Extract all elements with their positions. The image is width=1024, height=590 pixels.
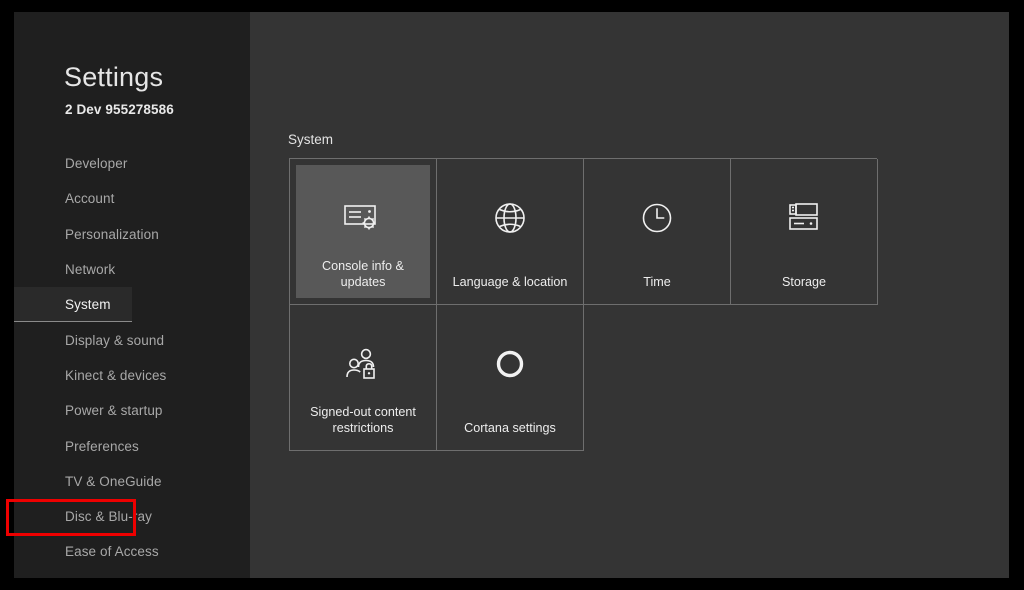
tile-body: Time bbox=[590, 165, 724, 298]
sidebar-item-label: Account bbox=[65, 191, 115, 207]
tile-label: Signed-out content restrictions bbox=[310, 405, 416, 435]
sidebar-item-label: Personalization bbox=[65, 226, 159, 242]
console-gear-icon bbox=[341, 196, 385, 240]
tile-body: Console info & updates bbox=[296, 165, 430, 298]
sidebar-item-label: Developer bbox=[65, 156, 128, 172]
sidebar-item-tv-oneguide[interactable]: TV & OneGuide bbox=[14, 464, 250, 499]
sidebar-item-preferences[interactable]: Preferences bbox=[14, 428, 250, 463]
sidebar-item-disc-blu-ray[interactable]: Disc & Blu-ray bbox=[6, 499, 250, 537]
tile-body: Cortana settings bbox=[443, 311, 577, 444]
tile-console-info-updates[interactable]: Console info & updates bbox=[290, 159, 437, 305]
sidebar-item-label: Display & sound bbox=[65, 332, 165, 348]
sidebar-item-label: TV & OneGuide bbox=[65, 473, 162, 489]
sidebar-item-label: Kinect & devices bbox=[65, 367, 167, 383]
sidebar-item-display-sound[interactable]: Display & sound bbox=[14, 322, 250, 357]
clock-icon bbox=[635, 196, 679, 240]
sidebar-item-account[interactable]: Account bbox=[14, 181, 250, 216]
sidebar-nav: Developer Account Personalization Network Sy… bbox=[6, 146, 250, 570]
tile-body: Signed-out content restrictions bbox=[296, 311, 430, 444]
sidebar-item-label: Power & startup bbox=[65, 403, 163, 419]
tile-language-location[interactable]: Language & location bbox=[437, 159, 584, 305]
tile-storage[interactable]: Storage bbox=[731, 159, 878, 305]
sidebar: Settings 2 Dev 955278586 Developer Accoun… bbox=[6, 12, 250, 578]
settings-screen: Settings 2 Dev 955278586 Developer Accoun… bbox=[6, 12, 1009, 578]
sidebar-item-system[interactable]: System bbox=[14, 287, 132, 323]
sidebar-item-label: Network bbox=[65, 262, 116, 278]
tile-time[interactable]: Time bbox=[584, 159, 731, 305]
storage-drives-icon bbox=[782, 196, 826, 240]
sidebar-item-personalization[interactable]: Personalization bbox=[14, 217, 250, 252]
tile-cortana-settings[interactable]: Cortana settings bbox=[437, 305, 584, 451]
main-panel: System Console info & updates Language &… bbox=[250, 12, 1009, 578]
globe-icon bbox=[488, 196, 532, 240]
cortana-ring-icon bbox=[488, 342, 532, 386]
tile-body: Language & location bbox=[443, 165, 577, 298]
tile-label: Console info & updates bbox=[322, 259, 404, 289]
sidebar-item-ease-of-access[interactable]: Ease of Access bbox=[14, 534, 250, 569]
sidebar-item-label: Disc & Blu-ray bbox=[65, 509, 152, 525]
people-lock-icon bbox=[341, 342, 385, 386]
sidebar-item-label: Ease of Access bbox=[65, 544, 159, 560]
sidebar-item-network[interactable]: Network bbox=[14, 252, 250, 287]
gamertag-label: 2 Dev 955278586 bbox=[65, 102, 174, 117]
tile-signed-out-content-restrictions[interactable]: Signed-out content restrictions bbox=[290, 305, 437, 451]
tile-empty bbox=[584, 305, 731, 451]
tile-label: Language & location bbox=[452, 275, 568, 289]
sidebar-item-developer[interactable]: Developer bbox=[14, 146, 250, 181]
sidebar-item-power-startup[interactable]: Power & startup bbox=[14, 393, 250, 428]
tile-label: Storage bbox=[781, 275, 827, 289]
section-heading: System bbox=[288, 132, 334, 147]
sidebar-item-kinect-devices[interactable]: Kinect & devices bbox=[14, 358, 250, 393]
page-title: Settings bbox=[64, 62, 164, 92]
tile-empty bbox=[731, 305, 878, 451]
tile-body: Storage bbox=[737, 165, 871, 298]
settings-tile-grid: Console info & updates Language & locati… bbox=[289, 158, 878, 451]
tile-label: Cortana settings bbox=[464, 421, 556, 435]
sidebar-item-label: System bbox=[65, 296, 111, 312]
sidebar-item-label: Preferences bbox=[65, 438, 139, 454]
tile-label: Time bbox=[643, 275, 671, 289]
